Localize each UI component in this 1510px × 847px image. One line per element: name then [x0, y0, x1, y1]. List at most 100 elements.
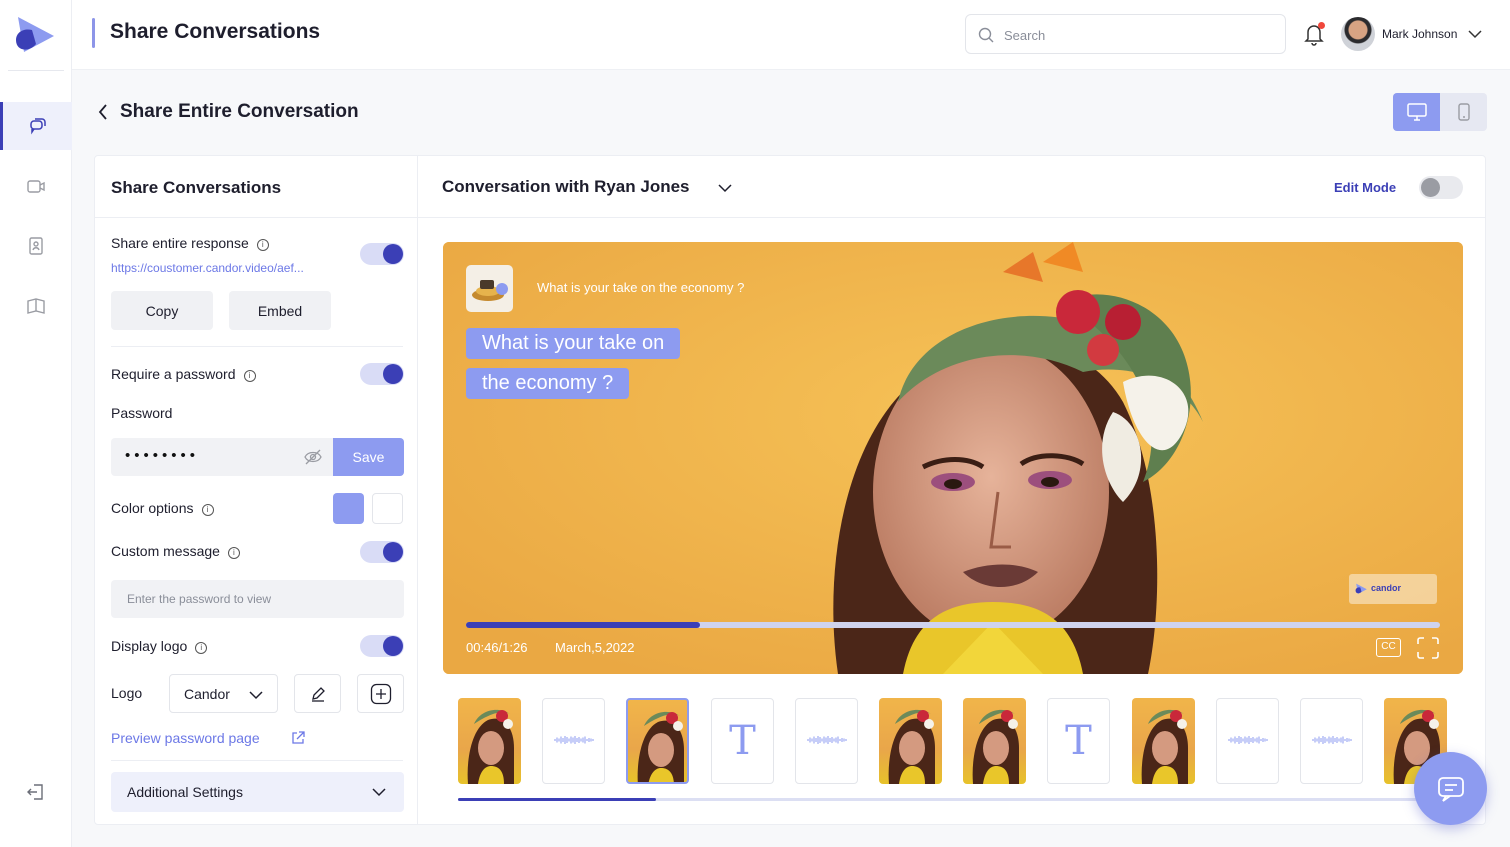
- strip-scrollbar[interactable]: [458, 798, 1448, 801]
- color-swatch-white[interactable]: [372, 493, 403, 524]
- toggle-knob: [383, 636, 403, 656]
- question-thumbnail: [466, 265, 513, 312]
- video-frame: [443, 242, 1463, 674]
- question-thumbnail-image: [472, 280, 508, 301]
- additional-settings-dropdown[interactable]: Additional Settings: [111, 772, 404, 812]
- video-time: 00:46/1:26: [466, 640, 528, 655]
- edit-icon: [311, 686, 325, 702]
- page-title: Share Entire Conversation: [120, 101, 359, 122]
- avatar[interactable]: [1341, 17, 1375, 51]
- nav-item-logout[interactable]: [0, 768, 72, 816]
- edit-logo-button[interactable]: [294, 674, 341, 713]
- toggle-knob: [383, 542, 403, 562]
- video-progress-bar[interactable]: [466, 622, 1440, 628]
- notifications-button[interactable]: [1303, 22, 1325, 46]
- chevron-down-icon[interactable]: [1467, 28, 1483, 40]
- custom-message-toggle[interactable]: [360, 541, 404, 563]
- divider: [111, 346, 403, 347]
- waveform-icon: [807, 732, 847, 750]
- color-options-row: Color options i: [111, 500, 214, 516]
- logo-label: Logo: [111, 685, 143, 701]
- chevron-down-icon: [372, 788, 386, 797]
- mobile-icon: [1457, 103, 1470, 121]
- panel-title: Share Conversations: [111, 178, 282, 197]
- video-player[interactable]: What is your take on the economy ? What …: [443, 242, 1463, 674]
- chat-icon: [29, 118, 46, 135]
- edit-mode-label: Edit Mode: [1334, 180, 1397, 195]
- thumbnail-audio[interactable]: [1216, 698, 1279, 784]
- video-progress-fill: [466, 622, 700, 628]
- display-logo-label: Display logo: [111, 638, 188, 654]
- thumbnail-video[interactable]: [458, 698, 521, 784]
- top-header: Share Conversations Mark Johnson: [72, 0, 1510, 70]
- password-value[interactable]: ••••••••: [125, 447, 199, 464]
- search-box[interactable]: [965, 14, 1286, 54]
- panel-header: Share Conversations: [95, 156, 418, 218]
- waveform-icon: [554, 732, 594, 750]
- thumbnail-audio[interactable]: [1300, 698, 1363, 784]
- eye-off-icon[interactable]: [304, 449, 322, 465]
- closed-captions-button[interactable]: CC: [1376, 638, 1401, 657]
- share-response-toggle[interactable]: [360, 243, 404, 265]
- share-link[interactable]: https://coustomer.candor.video/aef...: [111, 261, 304, 275]
- search-input[interactable]: [1004, 25, 1264, 45]
- color-swatch-periwinkle[interactable]: [333, 493, 364, 524]
- toggle-knob: [383, 364, 403, 384]
- display-logo-row: Display logo i: [111, 638, 208, 654]
- info-icon[interactable]: i: [195, 642, 208, 654]
- require-password-row: Require a password i: [111, 366, 256, 382]
- copy-button[interactable]: Copy: [111, 291, 213, 330]
- toggle-knob: [383, 244, 403, 264]
- thumbnail-audio[interactable]: [795, 698, 858, 784]
- info-icon[interactable]: i: [201, 504, 214, 516]
- require-password-toggle[interactable]: [360, 363, 404, 385]
- conversation-title[interactable]: Conversation with Ryan Jones: [442, 177, 690, 197]
- thumbnail-video[interactable]: [879, 698, 942, 784]
- strip-scroll-thumb[interactable]: [458, 798, 656, 801]
- save-password-button[interactable]: Save: [333, 438, 404, 476]
- nav-item-conversations[interactable]: [0, 102, 72, 150]
- custom-message-input[interactable]: [111, 580, 404, 618]
- back-icon[interactable]: [96, 102, 110, 122]
- embed-button[interactable]: Embed: [229, 291, 331, 330]
- edit-mode-toggle[interactable]: [1419, 176, 1463, 199]
- logo-icon: [1355, 583, 1367, 595]
- video-icon: [27, 180, 45, 193]
- password-field[interactable]: ••••••••: [111, 438, 334, 476]
- info-icon[interactable]: i: [256, 239, 269, 251]
- external-link-icon[interactable]: [291, 731, 305, 745]
- logo-select[interactable]: Candor: [169, 674, 278, 713]
- desktop-view-button[interactable]: [1393, 93, 1440, 131]
- app: Share Conversations Mark Johnson Share E…: [0, 0, 1510, 847]
- chat-support-button[interactable]: [1414, 752, 1487, 825]
- thumbnail-text[interactable]: T: [1047, 698, 1110, 784]
- logo-icon[interactable]: [14, 14, 58, 56]
- fullscreen-icon[interactable]: [1417, 637, 1439, 659]
- nav-item-library[interactable]: [0, 282, 72, 330]
- thumbnail-strip: TT: [458, 698, 1448, 786]
- chevron-down-icon: [249, 691, 263, 700]
- preview-password-label[interactable]: Preview password page: [111, 730, 260, 746]
- password-label: Password: [111, 405, 173, 421]
- thumbnail-text[interactable]: T: [711, 698, 774, 784]
- user-name[interactable]: Mark Johnson: [1382, 27, 1457, 41]
- search-icon: [978, 27, 994, 43]
- thumbnail-selected[interactable]: [626, 698, 689, 784]
- conversation-header: Conversation with Ryan Jones Edit Mode: [418, 156, 1485, 218]
- display-logo-toggle[interactable]: [360, 635, 404, 657]
- info-icon[interactable]: i: [227, 547, 240, 559]
- info-icon[interactable]: i: [243, 370, 256, 382]
- thumbnail-audio[interactable]: [542, 698, 605, 784]
- thumbnail-video[interactable]: [1132, 698, 1195, 784]
- nav-item-contacts[interactable]: [0, 222, 72, 270]
- nav-item-videos[interactable]: [0, 162, 72, 210]
- header-accent: [92, 18, 95, 48]
- notification-dot: [1318, 22, 1325, 29]
- chat-bubble-icon: [1437, 776, 1464, 802]
- thumbnail-video[interactable]: [963, 698, 1026, 784]
- waveform-icon: [1312, 732, 1352, 750]
- chevron-down-icon[interactable]: [718, 183, 732, 193]
- mobile-view-button[interactable]: [1440, 93, 1487, 131]
- preview-password-link[interactable]: Preview password page: [111, 730, 260, 746]
- add-logo-button[interactable]: [357, 674, 404, 713]
